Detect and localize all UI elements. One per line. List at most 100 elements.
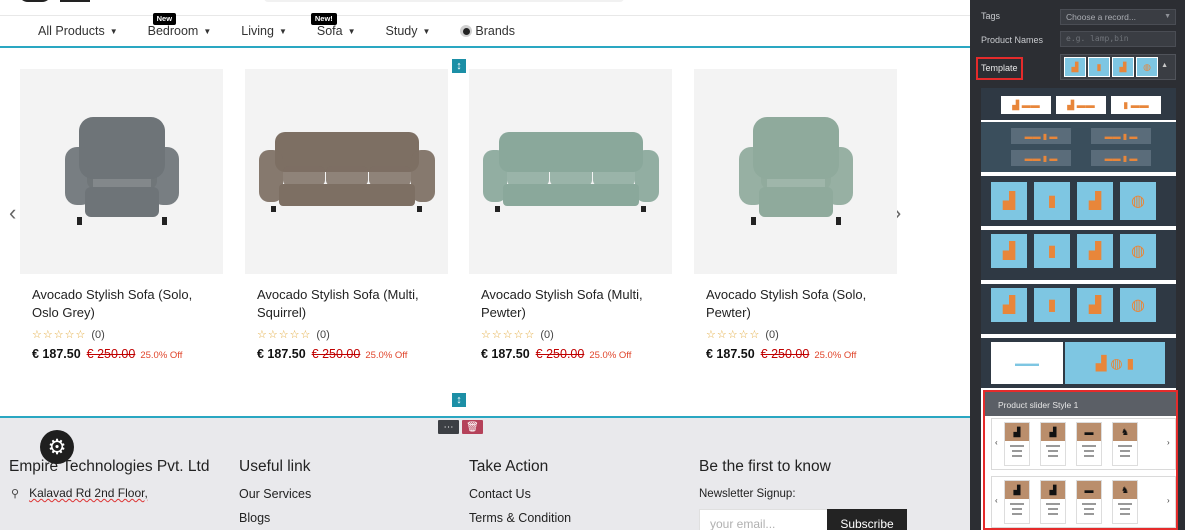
footer-link-terms[interactable]: Terms & Condition [469,510,669,526]
tshirt-icon: ▟ [1064,57,1086,77]
template-option[interactable]: ▬▬▬ ▟ ◍ ▮ [981,338,1176,388]
tags-select-value: Choose a record... [1066,12,1136,22]
resize-handle-top-icon[interactable]: ↕ [452,59,466,73]
newsletter-label: Newsletter Signup: [699,488,796,500]
product-card[interactable]: Avocado Stylish Sofa (Multi, Squirrel) ☆☆… [245,69,448,361]
slider-template-option[interactable]: Product slider Style 1 ‹ ▟ ▟ ▬ ♞ › ‹ ▟ ▟ ▬ ♞ › [983,390,1178,530]
template-thumb: ▬▬ ▮ ▬ [1091,150,1151,166]
discount-badge: 25.0% Off [589,350,632,361]
email-input[interactable]: your email... [699,509,827,530]
chevron-right-icon: › [1167,496,1170,505]
footer-newsletter-col: Be the first to know Newsletter Signup: … [699,456,939,530]
product-image[interactable] [694,69,897,274]
properties-panel: Tags Choose a record... ▼ Product Names … [970,0,1185,530]
preview-line [1084,450,1094,452]
slider-preview-item: ▟ [1004,422,1030,466]
subscribe-button[interactable]: Subscribe [827,509,907,530]
rating-count: (0) [91,328,105,341]
nav-living[interactable]: Living ▼ [241,24,287,38]
product-name[interactable]: Avocado Stylish Sofa (Multi, Squirrel) [245,286,445,322]
header-strip [0,0,970,16]
nav-study[interactable]: Study ▼ [386,24,431,38]
resize-handle-bottom-icon[interactable]: ↕ [452,393,466,407]
product-name[interactable]: Avocado Stylish Sofa (Solo, Pewter) [694,286,894,322]
move-block-icon[interactable]: ⋯ [438,420,459,434]
product-price: € 187.50 [481,347,530,361]
preview-line [1010,503,1024,505]
pants-icon: ▮ [1088,57,1110,77]
price-row: € 187.50 € 250.00 25.0% Off [694,347,897,361]
nav-item-label: Sofa [316,24,343,38]
product-name[interactable]: Avocado Stylish Sofa (Solo, Oslo Grey) [20,286,220,322]
preview-line [1010,445,1024,447]
caret-up-icon: ▲ [1161,62,1168,69]
product-card[interactable]: Avocado Stylish Sofa (Solo, Oslo Grey) ☆☆… [20,69,223,361]
discount-badge: 25.0% Off [814,350,857,361]
furniture-icon: ▬ [1077,423,1101,441]
preview-line [1012,508,1022,510]
furniture-icon: ▟ [1005,423,1029,441]
template-select[interactable]: ▟ ▮ ▟ ◍ ▲ [1060,54,1176,80]
product-image[interactable] [469,69,672,274]
product-card[interactable]: Avocado Stylish Sofa (Solo, Pewter) ☆☆☆☆☆… [694,69,897,361]
brands-icon [460,25,473,37]
nav-brands[interactable]: Brands [460,24,515,38]
caret-down-icon: ▼ [109,26,118,36]
chevron-left-icon: ‹ [995,438,998,447]
preview-line [1084,455,1094,457]
furniture-icon: ▟ [1041,481,1065,499]
company-name: Empire Technologies Pvt. Ltd [9,458,210,475]
preview-line [1048,455,1058,457]
slider-prev-icon[interactable]: ‹ [9,200,16,226]
trash-icon[interactable]: 🗑 [462,420,483,434]
preview-line [1012,513,1022,515]
nav-item-label: Living [241,24,274,38]
slider-preview-item: ▟ [1040,422,1066,466]
slider-preview-item: ▬ [1076,422,1102,466]
chevron-right-icon: › [1167,438,1170,447]
slider-preview-item: ▟ [1040,480,1066,524]
furniture-icon: ▬ [1077,481,1101,499]
star-rating-icon: ☆☆☆☆☆ [257,329,312,341]
footer-link-contact[interactable]: Contact Us [469,486,669,502]
product-image[interactable] [245,69,448,274]
footer-link-services[interactable]: Our Services [239,486,439,502]
template-option[interactable]: ▟ ▮ ▟ ◍ [981,284,1176,334]
template-option[interactable]: ▟ ▮ ▟ ◍ [981,230,1176,280]
product-names-input[interactable]: e.g. lamp,bin [1060,31,1176,47]
furniture-icon: ♞ [1113,423,1137,441]
preview-line [1120,513,1130,515]
gear-icon[interactable]: ⚙ [40,430,74,464]
rating-count: (0) [316,328,330,341]
star-rating-icon: ☆☆☆☆☆ [706,329,761,341]
tshirt-icon: ▟ [1112,57,1134,77]
furniture-icon: ♞ [1113,481,1137,499]
tags-select[interactable]: Choose a record... ▼ [1060,9,1176,25]
website-canvas: All Products ▼ New Bedroom ▼ Living ▼ New! … [0,0,970,530]
product-card[interactable]: Avocado Stylish Sofa (Multi, Pewter) ☆☆☆☆… [469,69,672,361]
logo[interactable] [18,0,52,2]
product-name[interactable]: Avocado Stylish Sofa (Multi, Pewter) [469,286,669,322]
watch-icon: ◍ [1120,288,1156,322]
template-option[interactable]: ▟ ▬▬ ▟ ▬▬ ▮ ▬▬ [981,88,1176,120]
product-old-price: € 250.00 [86,347,136,361]
footer: ⋯ 🗑 Empire Technologies Pvt. Ltd ⚲ Kalav… [0,418,970,530]
main-nav: All Products ▼ New Bedroom ▼ Living ▼ New! … [0,13,970,46]
product-names-label: Product Names [981,35,1044,45]
caret-down-icon: ▼ [1164,13,1171,20]
rating-count: (0) [765,328,779,341]
nav-all-products[interactable]: All Products ▼ [38,24,118,38]
nav-sofa[interactable]: New! Sofa ▼ [310,13,356,38]
product-image[interactable] [20,69,223,274]
preview-line [1012,450,1022,452]
footer-link-blogs[interactable]: Blogs [239,510,439,526]
template-thumb: ▟ ▬▬ [1001,96,1051,114]
preview-line [1118,503,1132,505]
nav-item-label: Bedroom [147,24,199,38]
template-option[interactable]: ▟ ▮ ▟ ◍ [981,176,1176,226]
price-row: € 187.50 € 250.00 25.0% Off [20,347,223,361]
nav-bedroom[interactable]: New Bedroom ▼ [147,13,211,38]
template-option[interactable]: ▬▬ ▮ ▬ ▬▬ ▮ ▬ ▬▬ ▮ ▬ ▬▬ ▮ ▬ [981,122,1176,172]
search-bar[interactable] [264,0,624,2]
product-slider-section[interactable]: ↕ ‹ › Avocado Stylish Sofa (Solo, Oslo G… [0,46,970,418]
